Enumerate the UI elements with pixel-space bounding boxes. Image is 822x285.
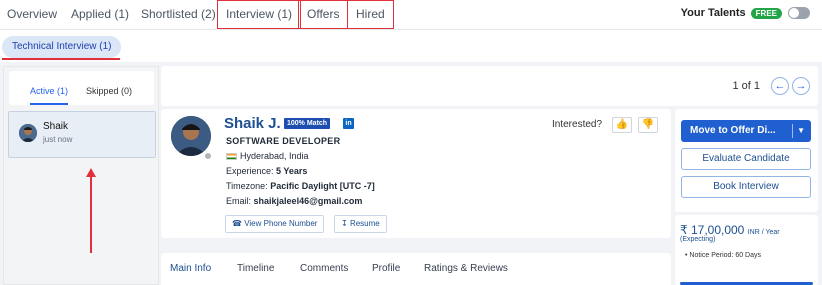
tab-hired[interactable]: Hired xyxy=(347,0,394,29)
salary-amount: ₹ 17,00,000 xyxy=(680,223,745,237)
tab-overview[interactable]: Overview xyxy=(7,0,57,29)
pager-text: 1 of 1 xyxy=(732,80,760,92)
email-value: shaikjaleel46@gmail.com xyxy=(253,196,363,206)
tab-shortlisted[interactable]: Shortlisted (2) xyxy=(141,0,216,29)
view-phone-label: View Phone Number xyxy=(244,219,318,228)
list-filter-tabs: Active (1) Skipped (0) xyxy=(9,71,154,105)
download-icon: ↧ xyxy=(341,219,348,228)
annotation-arrow-line xyxy=(90,175,92,253)
tab-applied[interactable]: Applied (1) xyxy=(71,0,129,29)
salary-note: (Expecting) xyxy=(680,236,716,243)
interested-label: Interested? xyxy=(552,119,603,130)
linkedin-icon[interactable]: in xyxy=(343,118,354,129)
thumbs-down-icon[interactable]: 👎 xyxy=(638,117,658,133)
candidate-avatar xyxy=(19,124,37,142)
salary-card: ₹ 17,00,000 INR / Year (Expecting) • Not… xyxy=(675,215,818,285)
timezone-label: Timezone: xyxy=(226,181,268,191)
move-to-offer-label: Move to Offer Di... xyxy=(690,125,776,136)
tab-offers[interactable]: Offers xyxy=(298,0,349,29)
experience-label: Experience: xyxy=(226,166,274,176)
salary-unit: INR / Year xyxy=(747,229,780,236)
candidate-full-name: Shaik J. xyxy=(224,115,281,132)
your-talents-toggle-group: Your Talents FREE xyxy=(681,7,810,19)
candidate-profile-card: Shaik J. 100% Match in SOFTWARE DEVELOPE… xyxy=(161,109,671,238)
view-phone-button[interactable]: ☎ View Phone Number xyxy=(225,215,325,233)
tab-comments[interactable]: Comments xyxy=(300,263,348,274)
talents-toggle[interactable] xyxy=(788,7,810,19)
online-status-dot xyxy=(204,152,212,160)
book-interview-button[interactable]: Book Interview xyxy=(681,176,811,198)
candidate-actions-card: Move to Offer Di... ▼ Evaluate Candidate… xyxy=(675,109,818,212)
thumbs-up-icon[interactable]: 👍 xyxy=(612,117,632,133)
candidate-time: just now xyxy=(43,135,73,144)
pager-bar: 1 of 1 ← → xyxy=(161,66,818,106)
your-talents-label: Your Talents xyxy=(680,7,746,19)
job-title: SOFTWARE DEVELOPER xyxy=(226,136,341,146)
candidate-list-panel: Active (1) Skipped (0) Shaik just now xyxy=(3,66,159,285)
chevron-down-icon[interactable]: ▼ xyxy=(797,120,805,142)
tab-active[interactable]: Active (1) xyxy=(30,71,69,105)
experience-value: 5 Years xyxy=(276,166,308,176)
notice-period: • Notice Period: 60 Days xyxy=(685,252,761,259)
tab-skipped[interactable]: Skipped (0) xyxy=(86,71,132,105)
candidate-list-item[interactable]: Shaik just now xyxy=(8,111,156,158)
annotation-underline xyxy=(2,58,120,60)
timezone-value: Pacific Daylight [UTC -7] xyxy=(270,181,375,191)
profile-avatar xyxy=(171,116,211,156)
profile-detail-tabs: Main Info Timeline Comments Profile Rati… xyxy=(161,253,671,285)
tab-main-info[interactable]: Main Info xyxy=(170,263,211,274)
resume-label: Resume xyxy=(349,219,380,228)
candidate-name: Shaik xyxy=(43,121,69,132)
notice-period-text: Notice Period: 60 Days xyxy=(689,252,761,259)
prev-page-button[interactable]: ← xyxy=(771,77,789,95)
top-tab-bar: Overview Applied (1) Shortlisted (2) Int… xyxy=(0,0,822,30)
location-row: Hyderabad, India xyxy=(226,151,309,161)
india-flag-icon xyxy=(226,153,237,161)
tab-profile[interactable]: Profile xyxy=(372,263,400,274)
content-area: Active (1) Skipped (0) Shaik just now 1 … xyxy=(0,62,822,285)
tab-interview[interactable]: Interview (1) xyxy=(217,0,302,29)
phone-icon: ☎ xyxy=(232,219,242,228)
move-to-offer-button[interactable]: Move to Offer Di... ▼ xyxy=(681,120,811,142)
split-divider xyxy=(792,124,793,138)
next-page-button[interactable]: → xyxy=(792,77,810,95)
tab-ratings-reviews[interactable]: Ratings & Reviews xyxy=(424,263,508,274)
subtab-technical-interview[interactable]: Technical Interview (1) xyxy=(2,36,122,58)
email-label: Email: xyxy=(226,196,252,206)
email-row: Email: shaikjaleel46@gmail.com xyxy=(226,196,362,206)
location-text: Hyderabad, India xyxy=(240,151,309,161)
resume-button[interactable]: ↧ Resume xyxy=(334,215,387,233)
salary-row: ₹ 17,00,000 INR / Year xyxy=(680,223,780,237)
tab-timeline[interactable]: Timeline xyxy=(237,263,274,274)
experience-row: Experience: 5 Years xyxy=(226,166,307,176)
free-badge: FREE xyxy=(750,7,782,19)
evaluate-candidate-button[interactable]: Evaluate Candidate xyxy=(681,148,811,170)
match-badge: 100% Match xyxy=(284,118,331,129)
timezone-row: Timezone: Pacific Daylight [UTC -7] xyxy=(226,181,375,191)
